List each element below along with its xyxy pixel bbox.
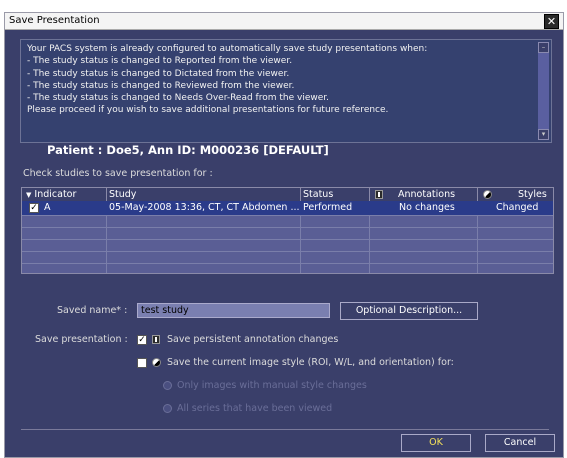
row-indicator: A xyxy=(44,202,51,213)
row-checkbox[interactable]: ✓ xyxy=(29,203,39,213)
style-icon xyxy=(152,358,161,367)
column-header-study[interactable]: Study xyxy=(109,188,299,201)
message-line: Please proceed if you wish to save addit… xyxy=(27,105,389,116)
studies-table: ▼ Indicator Study Status Annotations Sty… xyxy=(21,187,554,274)
ok-button[interactable]: OK xyxy=(401,434,471,452)
table-header: ▼ Indicator Study Status Annotations Sty… xyxy=(22,188,553,201)
message-line: - The study status is changed to Reporte… xyxy=(27,56,293,67)
column-divider xyxy=(369,215,370,273)
info-message-text: Your PACS system is already configured t… xyxy=(27,43,527,117)
row-status: Performed xyxy=(303,202,353,213)
radio-manual-changes[interactable] xyxy=(163,381,172,390)
header-separator xyxy=(369,188,370,201)
column-header-indicator[interactable]: ▼ Indicator xyxy=(26,188,106,201)
column-header-status[interactable]: Status xyxy=(303,188,369,201)
saved-name-input[interactable]: test study xyxy=(137,303,330,318)
row-divider xyxy=(22,215,553,216)
sort-down-icon: ▼ xyxy=(26,191,32,199)
save-style-label: Save the current image style (ROI, W/L, … xyxy=(167,357,454,368)
info-message-box: Your PACS system is already configured t… xyxy=(20,39,552,143)
saved-name-label: Saved name* : xyxy=(57,305,128,316)
optional-description-button[interactable]: Optional Description... xyxy=(340,302,478,320)
style-icon xyxy=(483,190,492,199)
column-header-annotations[interactable]: Annotations xyxy=(398,188,474,201)
annotation-icon xyxy=(152,335,160,344)
annotation-icon xyxy=(375,190,383,199)
message-line: Your PACS system is already configured t… xyxy=(27,44,428,54)
column-header-styles[interactable]: Styles xyxy=(518,188,554,201)
message-scrollbar[interactable]: – ▾ xyxy=(538,42,549,140)
scroll-up-icon[interactable]: – xyxy=(538,42,549,53)
row-divider xyxy=(22,251,553,252)
table-row[interactable]: ✓ A 05-May-2008 13:36, CT, CT Abdomen ..… xyxy=(22,201,553,215)
row-divider xyxy=(22,227,553,228)
column-divider xyxy=(106,215,107,273)
row-styles: Changed xyxy=(496,202,539,213)
check-studies-label: Check studies to save presentation for : xyxy=(23,168,213,179)
column-divider xyxy=(477,215,478,273)
scroll-down-icon[interactable]: ▾ xyxy=(538,129,549,140)
title-bar: Save Presentation ✕ xyxy=(5,13,563,30)
radio-all-series[interactable] xyxy=(163,404,172,413)
radio-all-label: All series that have been viewed xyxy=(177,403,333,414)
save-annotation-label: Save persistent annotation changes xyxy=(167,334,339,345)
column-divider xyxy=(300,215,301,273)
save-style-checkbox[interactable] xyxy=(137,358,147,368)
message-line: - The study status is changed to Reviewe… xyxy=(27,80,295,91)
radio-manual-label: Only images with manual style changes xyxy=(177,380,367,391)
header-separator xyxy=(300,188,301,201)
row-divider xyxy=(22,239,553,240)
close-icon[interactable]: ✕ xyxy=(544,14,559,29)
save-presentation-dialog: Save Presentation ✕ Your PACS system is … xyxy=(4,12,564,458)
cancel-button[interactable]: Cancel xyxy=(485,434,555,452)
row-divider xyxy=(22,263,553,264)
dialog-title: Save Presentation xyxy=(9,15,100,26)
header-separator xyxy=(106,188,107,201)
row-annotations: No changes xyxy=(399,202,455,213)
row-study: 05-May-2008 13:36, CT, CT Abdomen ... xyxy=(109,202,299,213)
save-annotation-checkbox[interactable]: ✓ xyxy=(137,335,147,345)
footer-divider xyxy=(21,429,549,430)
header-separator xyxy=(477,188,478,201)
save-presentation-label: Save presentation : xyxy=(35,334,128,345)
message-line: - The study status is changed to Needs O… xyxy=(27,93,329,104)
patient-header: Patient : Doe5, Ann ID: M000236 [DEFAULT… xyxy=(47,143,329,157)
message-line: - The study status is changed to Dictate… xyxy=(27,68,290,79)
